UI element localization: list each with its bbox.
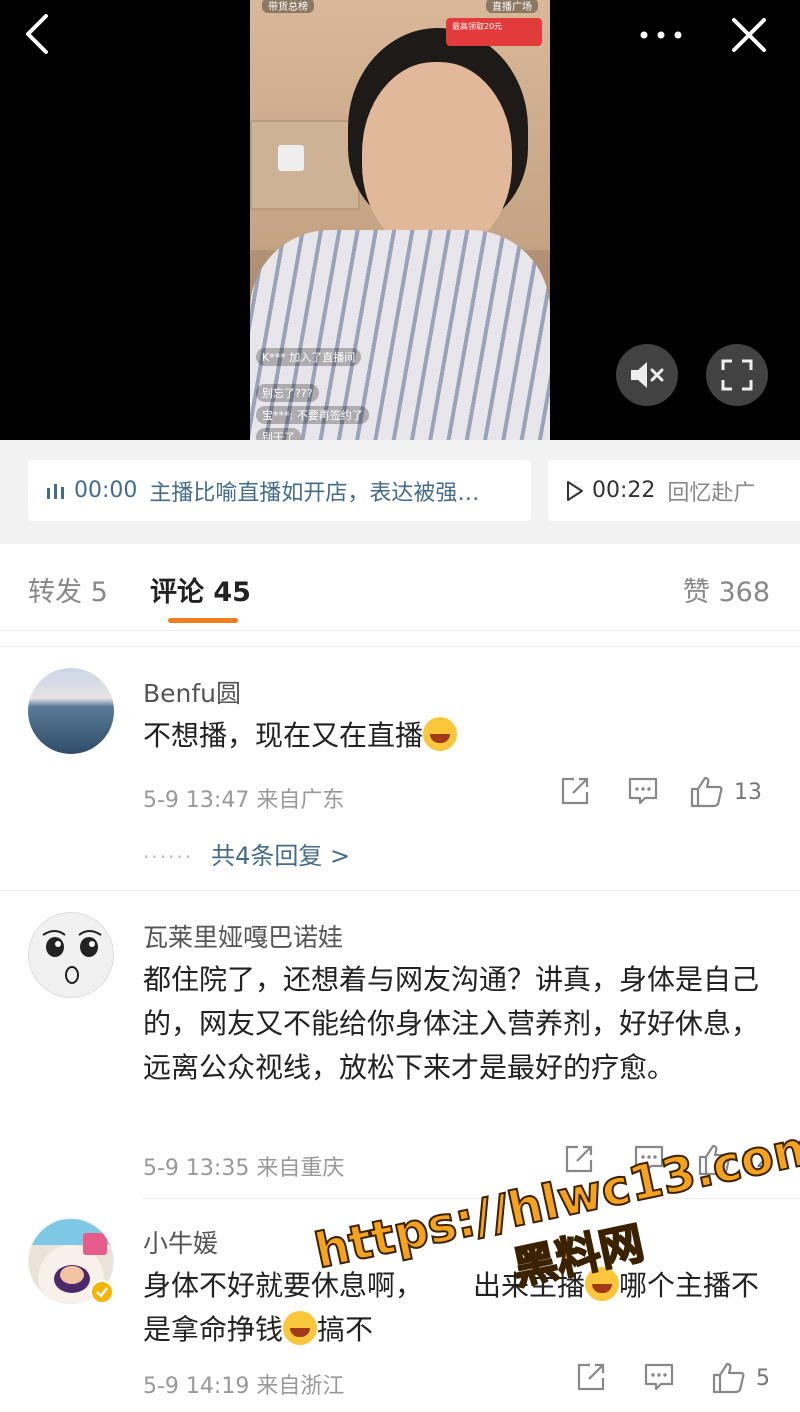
video-player[interactable]: 带货总榜 直播广场 最高领取20元 K*** 加入了直播间 别忘了??? 宝**… — [0, 0, 800, 440]
chapter-time: 00:00 — [74, 478, 138, 503]
like-button[interactable]: 5 — [712, 1362, 770, 1394]
comment-text: 不想播，现在又在直播 — [143, 714, 763, 758]
chapter-chip[interactable]: 00:00 主播比喻直播如开店，表达被强… — [28, 460, 531, 521]
replies-count: 共4条回复 > — [211, 842, 351, 870]
chapter-text: 回忆赴广 — [667, 480, 756, 506]
live-chat-line: 别忘了??? — [256, 384, 319, 402]
share-icon — [577, 1363, 605, 1391]
comment-time: 5-9 14:19 — [143, 1374, 250, 1399]
chat-user: 宝*** — [262, 409, 290, 422]
share-icon — [561, 777, 589, 805]
video-overlay-left: 带货总榜 — [262, 0, 314, 13]
thumbs-up-icon — [690, 776, 723, 808]
live-chat-line: 宝***: 不要再签约了 — [256, 406, 369, 424]
laughing-tears-emoji-icon — [283, 1311, 318, 1345]
like-count: 5 — [756, 1365, 770, 1391]
tab-repost[interactable]: 转发 5 — [28, 570, 108, 609]
cartoon-face-icon — [42, 930, 102, 984]
commenter-name[interactable]: 小牛媛 — [143, 1224, 218, 1260]
chat-text: 不要再签约了 — [296, 409, 363, 422]
comment-actions: 13 — [560, 776, 800, 816]
video-overlay-right: 直播广场 — [486, 0, 538, 13]
commenter-name[interactable]: 瓦莱里娅嘎巴诺娃 — [143, 918, 343, 954]
chat-user: K*** — [262, 351, 286, 364]
chat-text: 别忘了??? — [262, 387, 313, 400]
chapter-text: 主播比喻直播如开店，表达被强… — [149, 480, 480, 506]
video-overlay-bar: 带货总榜 直播广场 — [258, 0, 542, 13]
fullscreen-icon — [721, 359, 753, 391]
tab-likes[interactable]: 赞 368 — [683, 570, 770, 609]
avatar[interactable] — [28, 668, 114, 754]
comment-time: 5-9 13:47 — [143, 788, 250, 813]
more-options-icon[interactable] — [638, 20, 684, 50]
comment-icon — [628, 777, 658, 805]
video-person-face — [362, 62, 512, 252]
red-packet-text: 最高领取20元 — [452, 22, 503, 31]
comment-meta: 5-9 13:35 来自重庆 — [143, 1150, 344, 1182]
mute-button[interactable] — [616, 344, 678, 406]
play-icon — [567, 480, 583, 501]
view-replies-link[interactable]: ······ 共4条回复 > — [143, 836, 350, 871]
commenter-name[interactable]: Benfu圆 — [143, 674, 241, 710]
video-wall-panel — [250, 120, 360, 210]
comment-icon — [644, 1363, 674, 1391]
comment-time: 5-9 13:35 — [143, 1156, 250, 1181]
detail-tabs: 转发 5 评论 45 赞 368 — [0, 544, 800, 631]
comment-actions: 5 — [576, 1362, 800, 1402]
avatar[interactable] — [28, 912, 114, 998]
comment-meta: 5-9 14:19 来自浙江 — [143, 1368, 344, 1400]
divider — [0, 890, 800, 891]
share-button[interactable] — [576, 1362, 606, 1392]
reply-button[interactable] — [644, 1362, 674, 1392]
video-frame: 带货总榜 直播广场 最高领取20元 K*** 加入了直播间 别忘了??? 宝**… — [250, 0, 550, 440]
divider — [0, 646, 800, 647]
tab-comments[interactable]: 评论 45 — [150, 570, 251, 609]
speaker-muted-icon — [631, 362, 664, 388]
back-icon[interactable] — [20, 12, 54, 56]
comment-meta: 5-9 13:47 来自广东 — [143, 782, 344, 814]
comment-text: 都住院了，还想着与网友沟通？讲真，身体是自己的，网友又不能给你身体注入营养剂，好… — [143, 963, 760, 1084]
red-packet-tag: 最高领取20元 — [446, 18, 542, 46]
audio-chapter-bar: 00:00 主播比喻直播如开店，表达被强… 00:22 回忆赴广 — [0, 440, 800, 544]
comment-location: 来自重庆 — [256, 1156, 345, 1181]
laughing-tears-emoji-icon — [423, 717, 458, 751]
thumbs-up-icon — [712, 1362, 745, 1394]
fullscreen-button[interactable] — [706, 344, 768, 406]
chat-text: 别干了 — [262, 431, 295, 440]
share-button[interactable] — [560, 776, 590, 806]
live-chat-line: K*** 加入了直播间 — [256, 348, 362, 366]
reply-button[interactable] — [628, 776, 658, 806]
audio-bars-icon — [47, 483, 64, 499]
active-tab-indicator — [168, 618, 238, 623]
comment-body: 不想播，现在又在直播 — [143, 719, 424, 752]
chapter-time: 00:22 — [592, 478, 656, 503]
like-count: 13 — [734, 779, 762, 805]
comment-location: 来自广东 — [256, 788, 345, 813]
verified-badge-icon — [90, 1280, 114, 1304]
comment-location: 来自浙江 — [256, 1374, 345, 1399]
dots-decoration: ······ — [143, 845, 194, 869]
chat-text: 加入了直播间 — [289, 351, 356, 364]
chapter-chip[interactable]: 00:22 回忆赴广 — [548, 460, 800, 521]
close-icon[interactable] — [730, 16, 768, 54]
live-chat-line: 别干了 — [256, 428, 301, 440]
video-socket — [278, 145, 304, 171]
like-button[interactable]: 13 — [690, 776, 762, 808]
